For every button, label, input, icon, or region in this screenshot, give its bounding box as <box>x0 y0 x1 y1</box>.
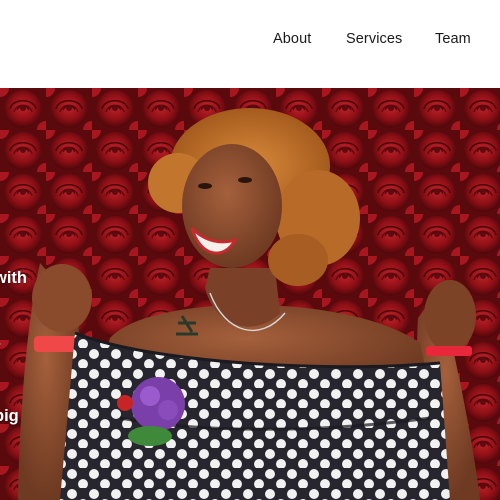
hero-photo <box>0 88 500 500</box>
purple-flower-corsage <box>131 377 185 431</box>
left-fist <box>32 264 92 332</box>
hero-text-line-3: big <box>0 407 19 425</box>
hero-section: with r big <box>0 88 500 500</box>
right-fist <box>424 280 476 352</box>
nav-link-team[interactable]: Team <box>435 31 471 47</box>
face <box>182 144 282 268</box>
left-wristband <box>34 336 78 352</box>
right-wristband <box>426 346 472 356</box>
site-header: About Services Team <box>0 0 500 88</box>
hero-text-line-1: with <box>0 269 27 287</box>
page: About Services Team with ig <box>0 0 500 500</box>
hero-text: with r big <box>0 221 27 474</box>
nav-link-services[interactable]: Services <box>346 31 402 47</box>
nav-link-about[interactable]: About <box>273 31 311 47</box>
hero-text-line-2: r <box>0 336 27 359</box>
